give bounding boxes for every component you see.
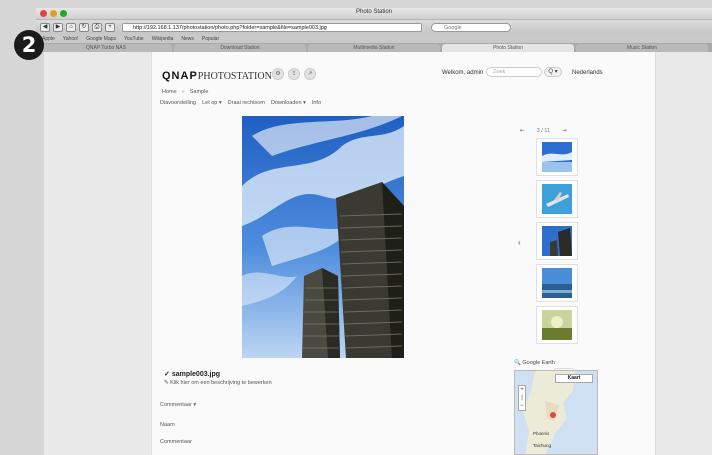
bookmark-item[interactable]: YouTube: [124, 36, 144, 42]
share-icon[interactable]: ↗: [304, 68, 316, 80]
breadcrumb-album[interactable]: Sample: [190, 89, 209, 95]
browser-search-field[interactable]: Google: [431, 22, 511, 32]
map-label: 🔍 Google Earth: [514, 360, 555, 366]
thumbnail-item[interactable]: [536, 222, 578, 260]
thumbnail-item[interactable]: [536, 264, 578, 302]
reload-icon[interactable]: ↻: [79, 22, 89, 32]
photo-description[interactable]: ✎ Klik hier om een beschrijving te bewer…: [164, 380, 272, 386]
upload-icon[interactable]: ⇪: [288, 68, 300, 80]
map-pin-icon: [550, 412, 556, 418]
thumbnail-item[interactable]: [536, 138, 578, 176]
thumbnail-item[interactable]: [536, 180, 578, 218]
settings-icon[interactable]: ⚙: [272, 68, 284, 80]
breadcrumb-home[interactable]: Home: [162, 89, 177, 95]
map-type-selector[interactable]: Kaart: [555, 374, 593, 383]
map-zoom-control[interactable]: + | −: [518, 385, 526, 411]
browser-tab[interactable]: QNAP Turbo NAS: [40, 44, 172, 52]
rotate-button[interactable]: Draai rechtsom: [228, 100, 265, 106]
back-button[interactable]: ◀: [40, 22, 50, 32]
bookmark-item[interactable]: Apple: [42, 36, 55, 42]
prev-page-icon[interactable]: ⇤: [520, 128, 525, 134]
bookmark-item[interactable]: News: [181, 36, 194, 42]
language-selector[interactable]: Nederlands: [572, 70, 603, 76]
main-photo[interactable]: [242, 116, 404, 358]
next-page-icon[interactable]: ⇥: [562, 128, 567, 134]
bookmark-item[interactable]: Wikipedia: [152, 36, 174, 42]
photo-filename: ✓ sample003.jpg: [164, 371, 221, 378]
bookmark-item[interactable]: Popular: [202, 36, 219, 42]
browser-tab-active[interactable]: Photo Station: [442, 44, 574, 52]
location-map[interactable]: Kaart + | − Phoenix Taichung: [514, 370, 598, 455]
step-number-badge: 2: [14, 30, 44, 60]
qnap-photostation-logo[interactable]: QNAPPHOTOSTATION: [162, 70, 272, 82]
breadcrumb: Home» Sample: [162, 89, 209, 95]
search-button[interactable]: Q ▾: [544, 67, 562, 77]
photo-action-bar: Diavoorstelling Let op ▾ Draai rechtsom …: [160, 100, 321, 106]
rating-dropdown[interactable]: Let op ▾: [202, 100, 222, 106]
comment-name-label: Naam: [160, 422, 175, 428]
browser-tab[interactable]: Download Station: [174, 44, 306, 52]
bookmarks-bar: Apple Yahoo! Google Maps YouTube Wikiped…: [36, 34, 712, 43]
photostation-panel: QNAPPHOTOSTATION ⚙ ⇪ ↗ Welkom, admin Zoe…: [151, 52, 656, 455]
welcome-text: Welkom, admin: [442, 70, 484, 76]
forward-button[interactable]: ▶: [53, 22, 63, 32]
comments-section-toggle[interactable]: Commentaar ▾: [160, 402, 196, 408]
screenshot-page: 2 Photo Station ◀ ▶ ⌂ ↻ ⎙ + http://192.1…: [0, 0, 712, 455]
thumbnail-item[interactable]: [536, 306, 578, 344]
bookmark-item[interactable]: Google Maps: [86, 36, 116, 42]
thumbnail-counter: ⇤ 3 / 11 ⇥: [520, 128, 567, 134]
browser-tab[interactable]: Music Station: [576, 44, 708, 52]
browser-tab-strip: QNAP Turbo NAS Download Station Multimed…: [36, 43, 712, 52]
browser-titlebar: Photo Station: [36, 8, 712, 20]
browser-toolbar: ◀ ▶ ⌂ ↻ ⎙ + http://192.168.1.137/photost…: [36, 20, 712, 34]
map-city-label: Phoenix: [533, 431, 550, 436]
print-icon[interactable]: ⎙: [92, 22, 102, 32]
thumbnail-prev-arrow[interactable]: ‹: [518, 238, 521, 247]
browser-tab[interactable]: Multimedia Station: [308, 44, 440, 52]
map-city-label: Taichung: [533, 443, 552, 448]
window-title: Photo Station: [355, 9, 393, 15]
download-dropdown[interactable]: Downloaden ▾: [271, 100, 306, 106]
home-icon[interactable]: ⌂: [66, 22, 76, 32]
thumbnail-list: [536, 138, 578, 348]
bookmark-item[interactable]: Yahoo!: [63, 36, 78, 42]
address-bar[interactable]: http://192.168.1.137/photostation/photo.…: [122, 22, 422, 32]
photo-search-input[interactable]: Zoek: [486, 67, 542, 77]
bookmark-icon[interactable]: +: [105, 22, 115, 32]
browser-content: QNAPPHOTOSTATION ⚙ ⇪ ↗ Welkom, admin Zoe…: [44, 52, 712, 455]
slideshow-button[interactable]: Diavoorstelling: [160, 100, 196, 106]
comment-text-label: Commentaar: [160, 439, 192, 445]
info-button[interactable]: Info: [312, 100, 321, 106]
